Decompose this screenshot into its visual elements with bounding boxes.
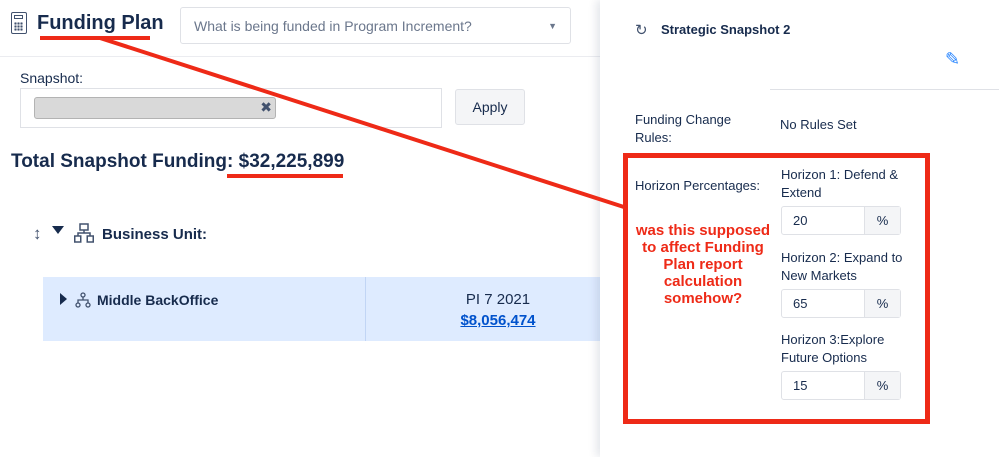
total-snapshot-funding: Total Snapshot Funding: $32,225,899 bbox=[11, 151, 344, 173]
refresh-icon[interactable]: ↻ bbox=[635, 21, 648, 39]
snapshot-label: Snapshot: bbox=[20, 70, 84, 86]
pencil-icon[interactable]: ✎ bbox=[945, 49, 960, 70]
row-pi-amount-link[interactable]: $8,056,474 bbox=[443, 312, 553, 329]
chevron-down-icon: ▼ bbox=[548, 21, 557, 31]
funding-change-rules-label: Funding Change Rules: bbox=[635, 112, 732, 145]
page-title: Funding Plan bbox=[37, 12, 164, 34]
program-increment-placeholder: What is being funded in Program Incremen… bbox=[194, 18, 472, 34]
total-funding-amount: $32,225,899 bbox=[238, 151, 345, 172]
row-pi-name: PI 7 2021 bbox=[465, 291, 531, 308]
caret-down-icon[interactable] bbox=[52, 226, 64, 234]
caret-right-icon[interactable] bbox=[60, 293, 67, 305]
business-unit-label: Business Unit: bbox=[102, 226, 208, 243]
total-funding-label: Total Snapshot Funding: bbox=[11, 151, 234, 172]
row-name: Middle BackOffice bbox=[97, 292, 219, 308]
header-divider bbox=[0, 56, 600, 57]
program-increment-select[interactable]: What is being funded in Program Incremen… bbox=[180, 7, 571, 44]
calculator-icon bbox=[11, 12, 27, 34]
sort-vertical-icon[interactable]: ↕ bbox=[33, 224, 42, 244]
org-hierarchy-icon bbox=[74, 223, 94, 243]
column-divider bbox=[365, 277, 366, 341]
close-icon[interactable]: ✖ bbox=[260, 99, 272, 116]
snapshot-select[interactable]: ✖ bbox=[20, 88, 442, 128]
snapshot-chip: ✖ bbox=[34, 97, 276, 119]
panel-divider bbox=[770, 89, 999, 90]
panel-title: Strategic Snapshot 2 bbox=[661, 22, 791, 37]
apply-button[interactable]: Apply bbox=[455, 89, 525, 125]
table-row[interactable]: Middle BackOffice PI 7 2021 $8,056,474 bbox=[43, 277, 600, 341]
annotation-text: was this supposed to affect Funding Plan… bbox=[635, 222, 771, 307]
funding-change-rules-value: No Rules Set bbox=[780, 117, 857, 132]
org-hierarchy-icon bbox=[75, 292, 91, 308]
